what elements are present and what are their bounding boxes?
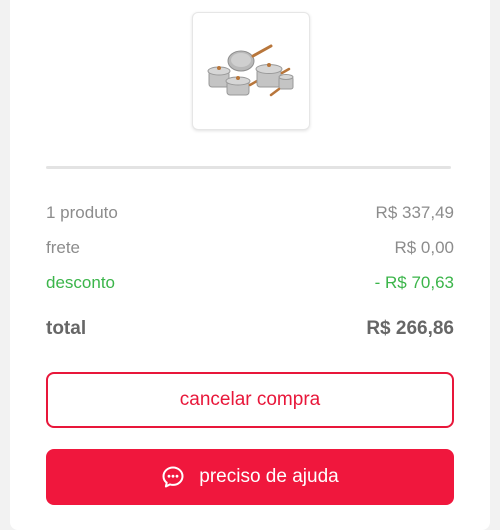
product-thumbnail[interactable]	[192, 12, 310, 130]
order-summary-card: 1 produto R$ 337,49 frete R$ 0,00 descon…	[10, 0, 490, 530]
discount-value: - R$ 70,63	[374, 273, 454, 292]
shipping-value: R$ 0,00	[394, 238, 454, 257]
products-label: 1 produto	[46, 203, 118, 222]
discount-row: desconto - R$ 70,63	[46, 273, 454, 297]
shipping-label: frete	[46, 238, 81, 257]
products-row: 1 produto R$ 337,49	[46, 203, 454, 227]
shipping-row: frete R$ 0,00	[46, 238, 454, 262]
cancel-purchase-button[interactable]: cancelar compra	[46, 372, 454, 428]
cancel-purchase-label: cancelar compra	[179, 389, 321, 410]
section-divider	[46, 166, 451, 169]
products-value: R$ 337,49	[375, 203, 454, 222]
chat-bubble-icon	[161, 465, 185, 489]
cookware-set-image	[207, 44, 294, 97]
total-row: total R$ 266,86	[46, 318, 454, 342]
total-value: R$ 266,86	[366, 318, 454, 339]
discount-label: desconto	[46, 273, 115, 292]
total-label: total	[46, 318, 87, 339]
need-help-label: preciso de ajuda	[199, 466, 339, 487]
need-help-button[interactable]: preciso de ajuda	[46, 449, 454, 505]
